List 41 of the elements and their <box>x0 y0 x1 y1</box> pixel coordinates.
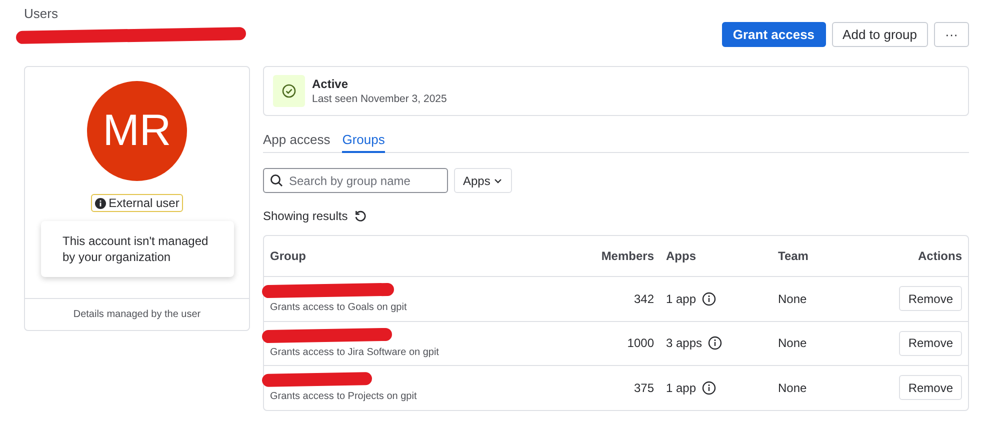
info-icon[interactable] <box>702 380 716 395</box>
account-notice: This account isn't managed by your organization <box>40 221 234 277</box>
breadcrumb-link[interactable]: Users <box>24 6 246 21</box>
info-icon <box>94 198 106 208</box>
column-header: Apps <box>666 249 697 263</box>
details-footer: Details managed by the user <box>25 298 249 330</box>
status-title: Active <box>312 77 350 91</box>
remove-button[interactable]: Remove <box>899 375 962 400</box>
apps-cell: 1 app <box>666 292 696 306</box>
search-icon <box>270 174 283 187</box>
members-cell-text: 375 <box>632 380 655 395</box>
apps-filter-dropdown[interactable]: Apps <box>454 168 512 193</box>
tab[interactable]: Groups <box>342 132 385 153</box>
more-button[interactable]: ··· <box>934 22 969 47</box>
results-label: Showing results <box>263 209 348 223</box>
members-cell-text: 1000 <box>626 336 655 350</box>
search-field[interactable]: Search by group name <box>263 168 448 193</box>
grant-access-button[interactable]: Grant access <box>722 22 826 47</box>
team-cell-text: None <box>778 380 808 395</box>
column-header: Members <box>600 249 655 263</box>
group-description: Grants access to Jira Software on gpit <box>270 346 440 358</box>
remove-button[interactable]: Remove <box>899 286 962 312</box>
apps-cell: 3 apps <box>666 336 702 350</box>
members-cell-text: 342 <box>632 292 655 306</box>
column-header: Team <box>778 249 810 263</box>
tab[interactable]: App access <box>263 132 330 153</box>
add-to-group-button[interactable]: Add to group <box>832 22 928 47</box>
column-header: Group <box>270 249 307 263</box>
group-description: Grants access to Projects on gpit <box>270 391 418 402</box>
team-cell-text: None <box>778 292 808 306</box>
column-header: Actions <box>916 249 962 263</box>
refresh-icon[interactable] <box>354 210 367 222</box>
team-cell-text: None <box>778 336 808 350</box>
avatar: MR <box>87 81 187 181</box>
last-seen-text: Last seen November 3, 2025 <box>312 93 447 105</box>
group-description: Grants access to Goals on gpit <box>270 302 408 314</box>
info-icon[interactable] <box>708 336 722 350</box>
info-icon[interactable] <box>702 292 716 306</box>
badge-label: External user <box>108 196 180 210</box>
apps-cell: 1 app <box>666 380 696 395</box>
remove-button[interactable]: Remove <box>899 330 962 356</box>
